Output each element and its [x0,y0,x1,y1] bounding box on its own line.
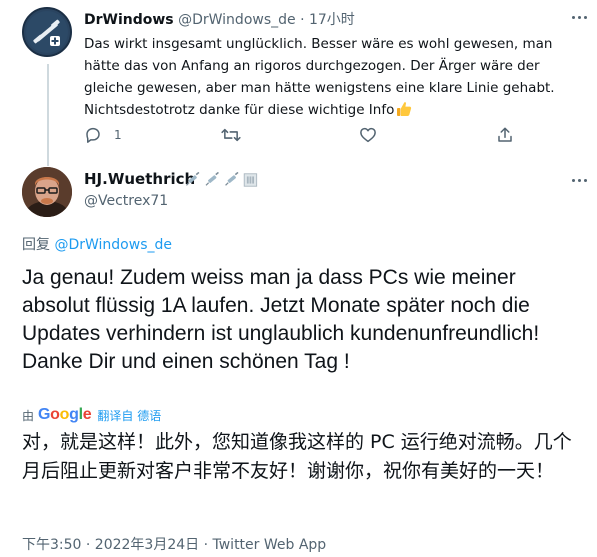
syringe-icon [225,172,239,186]
retweet-icon [221,128,241,142]
translation-attribution: 由 Google 翻译自 德语 [22,406,161,424]
replying-to-link[interactable]: @DrWindows_de [54,237,172,253]
syringe-icon [205,172,219,186]
reply-tweet-text: Ja genau! Zudem weiss man ja dass PCs wi… [22,266,540,373]
tweet-meta-line[interactable]: 下午3:50 · 2022年3月24日 · Twitter Web App [22,534,326,554]
hjwuethrich-avatar[interactable] [22,167,72,217]
retweet-button[interactable] [221,124,241,146]
thread-connector-line [47,64,49,166]
parent-display-name[interactable]: DrWindows [84,12,174,28]
parent-tweet[interactable]: DrWindows @DrWindows_de · 17小时 Das wirkt… [0,0,597,166]
translate-by-label: 由 [22,408,35,423]
bank-icon [243,173,258,187]
drwindows-avatar[interactable] [22,7,72,57]
user-photo-icon [22,167,72,217]
replying-to-line: 回复 @DrWindows_de [22,234,172,254]
reply-button[interactable]: 1 [84,124,122,146]
reply-display-name[interactable]: HJ.Wuethrich [84,170,195,188]
syringe-emoji-icons [186,172,258,187]
translated-from-link[interactable]: 翻译自 德语 [97,407,161,424]
parent-tweet-body: Das wirkt insgesamt unglücklich. Besser … [84,36,555,118]
drwindows-logo-icon [26,11,68,53]
replying-prefix: 回复 [22,237,50,253]
parent-tweet-header: DrWindows @DrWindows_de · 17小时 [84,9,355,29]
thumbs-up-emoji-icon [397,102,412,116]
share-icon [498,127,512,142]
reply-icon [86,127,100,143]
like-button[interactable] [359,124,377,146]
header-separator: · [300,12,305,28]
reply-count: 1 [114,128,122,142]
reply-more-icon[interactable] [572,179,590,185]
parent-timestamp[interactable]: 17小时 [309,12,355,28]
parent-action-bar: 1 [84,124,524,146]
parent-more-icon[interactable] [572,16,590,22]
parent-handle[interactable]: @DrWindows_de [178,12,296,28]
google-logo-icon: Google [38,406,92,423]
parent-tweet-text: Das wirkt insgesamt unglücklich. Besser … [84,33,584,121]
reply-handle[interactable]: @Vectrex71 [84,193,168,209]
syringe-icon [186,172,200,186]
share-button[interactable] [496,124,514,146]
like-icon [360,127,376,143]
translated-tweet-text: 对，就是这样！此外，您知道像我这样的 PC 运行绝对流畅。几个月后阻止更新对客户… [22,431,572,482]
